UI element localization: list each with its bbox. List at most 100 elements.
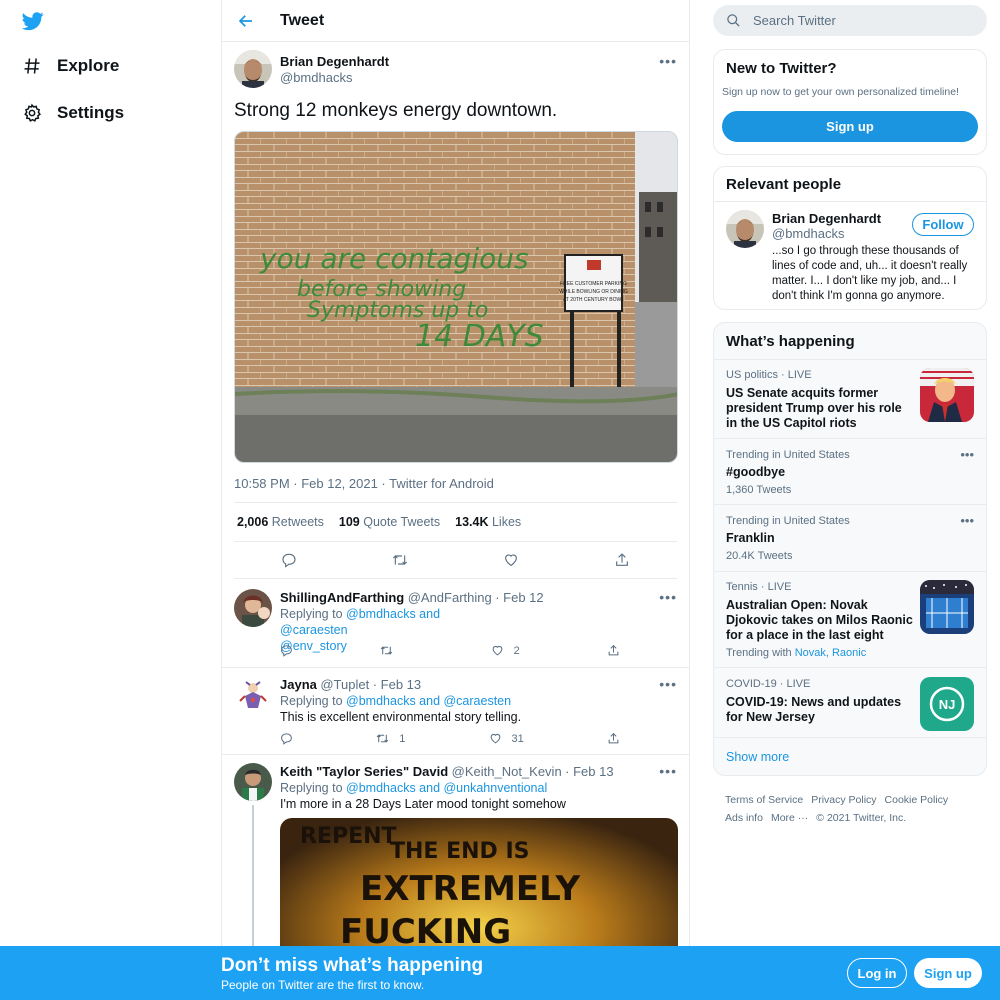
bottom-signup-bar: Don’t miss what’s happening People on Tw… [0,946,1000,1000]
reply-avatar[interactable] [234,676,272,714]
footer-link[interactable]: Cookie Policy [885,794,949,806]
retweet-button[interactable]: 1 [376,732,405,745]
reply-actions: 2 [280,644,620,657]
more-icon[interactable]: ••• [659,764,677,778]
reply-tweet[interactable]: Jayna @Tuplet · Feb 13 ••• Replying to @… [222,668,689,755]
trend-item[interactable]: COVID-19 · LIVE COVID-19: News and updat… [714,667,986,737]
nav-explore[interactable]: Explore [22,54,119,78]
more-icon[interactable]: ••• [960,447,974,462]
reply-icon [281,733,292,745]
signup-button[interactable]: Sign up [914,958,982,988]
author-avatar[interactable] [234,50,272,88]
footer-link[interactable]: More ··· [771,812,808,824]
reply-header: Keith "Taylor Series" David @Keith_Not_K… [280,764,614,779]
like-button[interactable] [503,552,519,568]
sign-line-3: AT 20TH CENTURY BOWL [563,297,624,303]
graffiti-line-1: you are contagious [259,242,529,275]
twitter-logo-icon[interactable] [22,10,44,32]
reply-actions: 1 31 [280,732,620,745]
sign-text-1: REPENT [300,824,397,849]
tweet-image[interactable]: FREE CUSTOMER PARKING WHILE BOWLING OR D… [234,131,678,463]
login-button[interactable]: Log in [847,958,907,988]
retweet-button[interactable] [392,552,408,568]
search-bar[interactable] [713,5,987,36]
card-title: New to Twitter? [726,60,837,77]
footer-link[interactable]: Ads info [725,812,763,824]
trend-thumbnail: NJ [920,677,974,731]
follow-button[interactable]: Follow [912,213,974,236]
replying-to: Replying to @bmdhacks and @unkahnvention… [280,781,548,795]
tweet-meta[interactable]: 10:58 PM · Feb 12, 2021 · Twitter for An… [234,476,494,491]
author-handle: @bmdhacks [280,70,353,85]
reply-icon [282,553,296,568]
reply-avatar[interactable] [234,589,272,627]
retweet-button[interactable] [380,644,403,657]
more-icon[interactable]: ••• [960,513,974,528]
trend-item[interactable]: Trending in United States #goodbye 1,360… [714,438,986,504]
retweets-stat[interactable]: 2,006 Retweets [237,515,324,529]
retweet-icon [381,646,393,655]
trend-thumbnail [920,580,974,634]
mention-link[interactable]: @bmdhacks and @caraesten [346,694,511,708]
share-button[interactable] [614,552,630,568]
graffiti-line-4: 14 DAYS [415,319,544,354]
sign-text-3: EXTREMELY [360,869,580,909]
reply-tweet[interactable]: ShillingAndFarthing @AndFarthing · Feb 1… [222,580,689,668]
trend-item[interactable]: Tennis · LIVE Australian Open: Novak Djo… [714,571,986,667]
reply-icon [281,645,292,657]
share-button[interactable] [607,732,620,745]
card-title: What’s happening [726,333,855,350]
reply-header: ShillingAndFarthing @AndFarthing · Feb 1… [280,590,544,605]
new-to-twitter-card: New to Twitter? Sign up now to get your … [713,49,987,155]
replying-to: Replying to @bmdhacks and @caraesten [280,694,512,708]
reply-button[interactable] [281,552,297,568]
left-nav: Explore Settings [0,0,221,1000]
footer-link[interactable]: Terms of Service [725,794,803,806]
trend-thumbnail [920,368,974,422]
reply-button[interactable] [280,644,293,657]
person-name: Brian Degenhardt [772,211,882,226]
more-icon[interactable]: ••• [659,54,677,68]
show-more-link[interactable]: Show more [726,750,789,764]
more-icon[interactable]: ••• [659,590,677,604]
retweet-icon [393,555,408,565]
whats-happening-card: What’s happening US politics · LIVE US S… [713,322,987,776]
quote-tweets-stat[interactable]: 109 Quote Tweets [339,515,440,529]
signup-button[interactable]: Sign up [722,111,978,142]
tweet-actions [234,542,677,579]
mention-link[interactable]: @bmdhacks and @unkahnventional [346,781,547,795]
footer-link[interactable]: Privacy Policy [811,794,876,806]
nav-settings[interactable]: Settings [22,101,124,125]
footer-links: Terms of Service Privacy Policy Cookie Pol… [725,791,975,827]
tweet-text: Strong 12 monkeys energy downtown. [234,100,558,121]
right-sidebar: New to Twitter? Sign up now to get your … [690,0,1000,1000]
copyright: © 2021 Twitter, Inc. [816,812,907,824]
likes-stat[interactable]: 13.4K Likes [455,515,521,529]
person-avatar[interactable] [726,210,764,248]
like-button[interactable]: 2 [491,644,520,657]
share-icon [608,644,619,656]
nav-settings-label: Settings [57,103,125,122]
nj-badge-text: NJ [939,697,956,712]
like-button[interactable]: 31 [489,732,524,745]
relevant-people-card: Relevant people Brian Degenhardt @bmdhac… [713,166,987,310]
more-icon[interactable]: ••• [659,677,677,691]
search-input[interactable] [753,13,973,28]
author-name: Brian Degenhardt [280,54,390,69]
retweet-icon [376,734,389,743]
reply-header: Jayna @Tuplet · Feb 13 [280,677,422,692]
person-info[interactable]: Brian Degenhardt @bmdhacks [772,211,881,241]
back-arrow-icon[interactable] [237,12,255,30]
reply-button[interactable] [280,732,293,745]
card-title: Relevant people [726,176,842,193]
trend-related-links[interactable]: Novak, Raonic [795,647,867,659]
trend-item[interactable]: Trending in United States Franklin 20.4K… [714,504,986,571]
trend-item[interactable]: US politics · LIVE US Senate acquits for… [714,359,986,438]
sign-line-2: WHILE BOWLING OR DINING [559,289,628,295]
show-more-row: Show more [714,737,986,775]
share-button[interactable] [607,644,620,657]
author-info[interactable]: Brian Degenhardt @bmdhacks [280,54,389,86]
bottom-bar-subtitle: People on Twitter are the first to know. [221,978,425,992]
sign-text-2: THE END IS [390,839,530,864]
reply-avatar[interactable] [234,763,272,801]
